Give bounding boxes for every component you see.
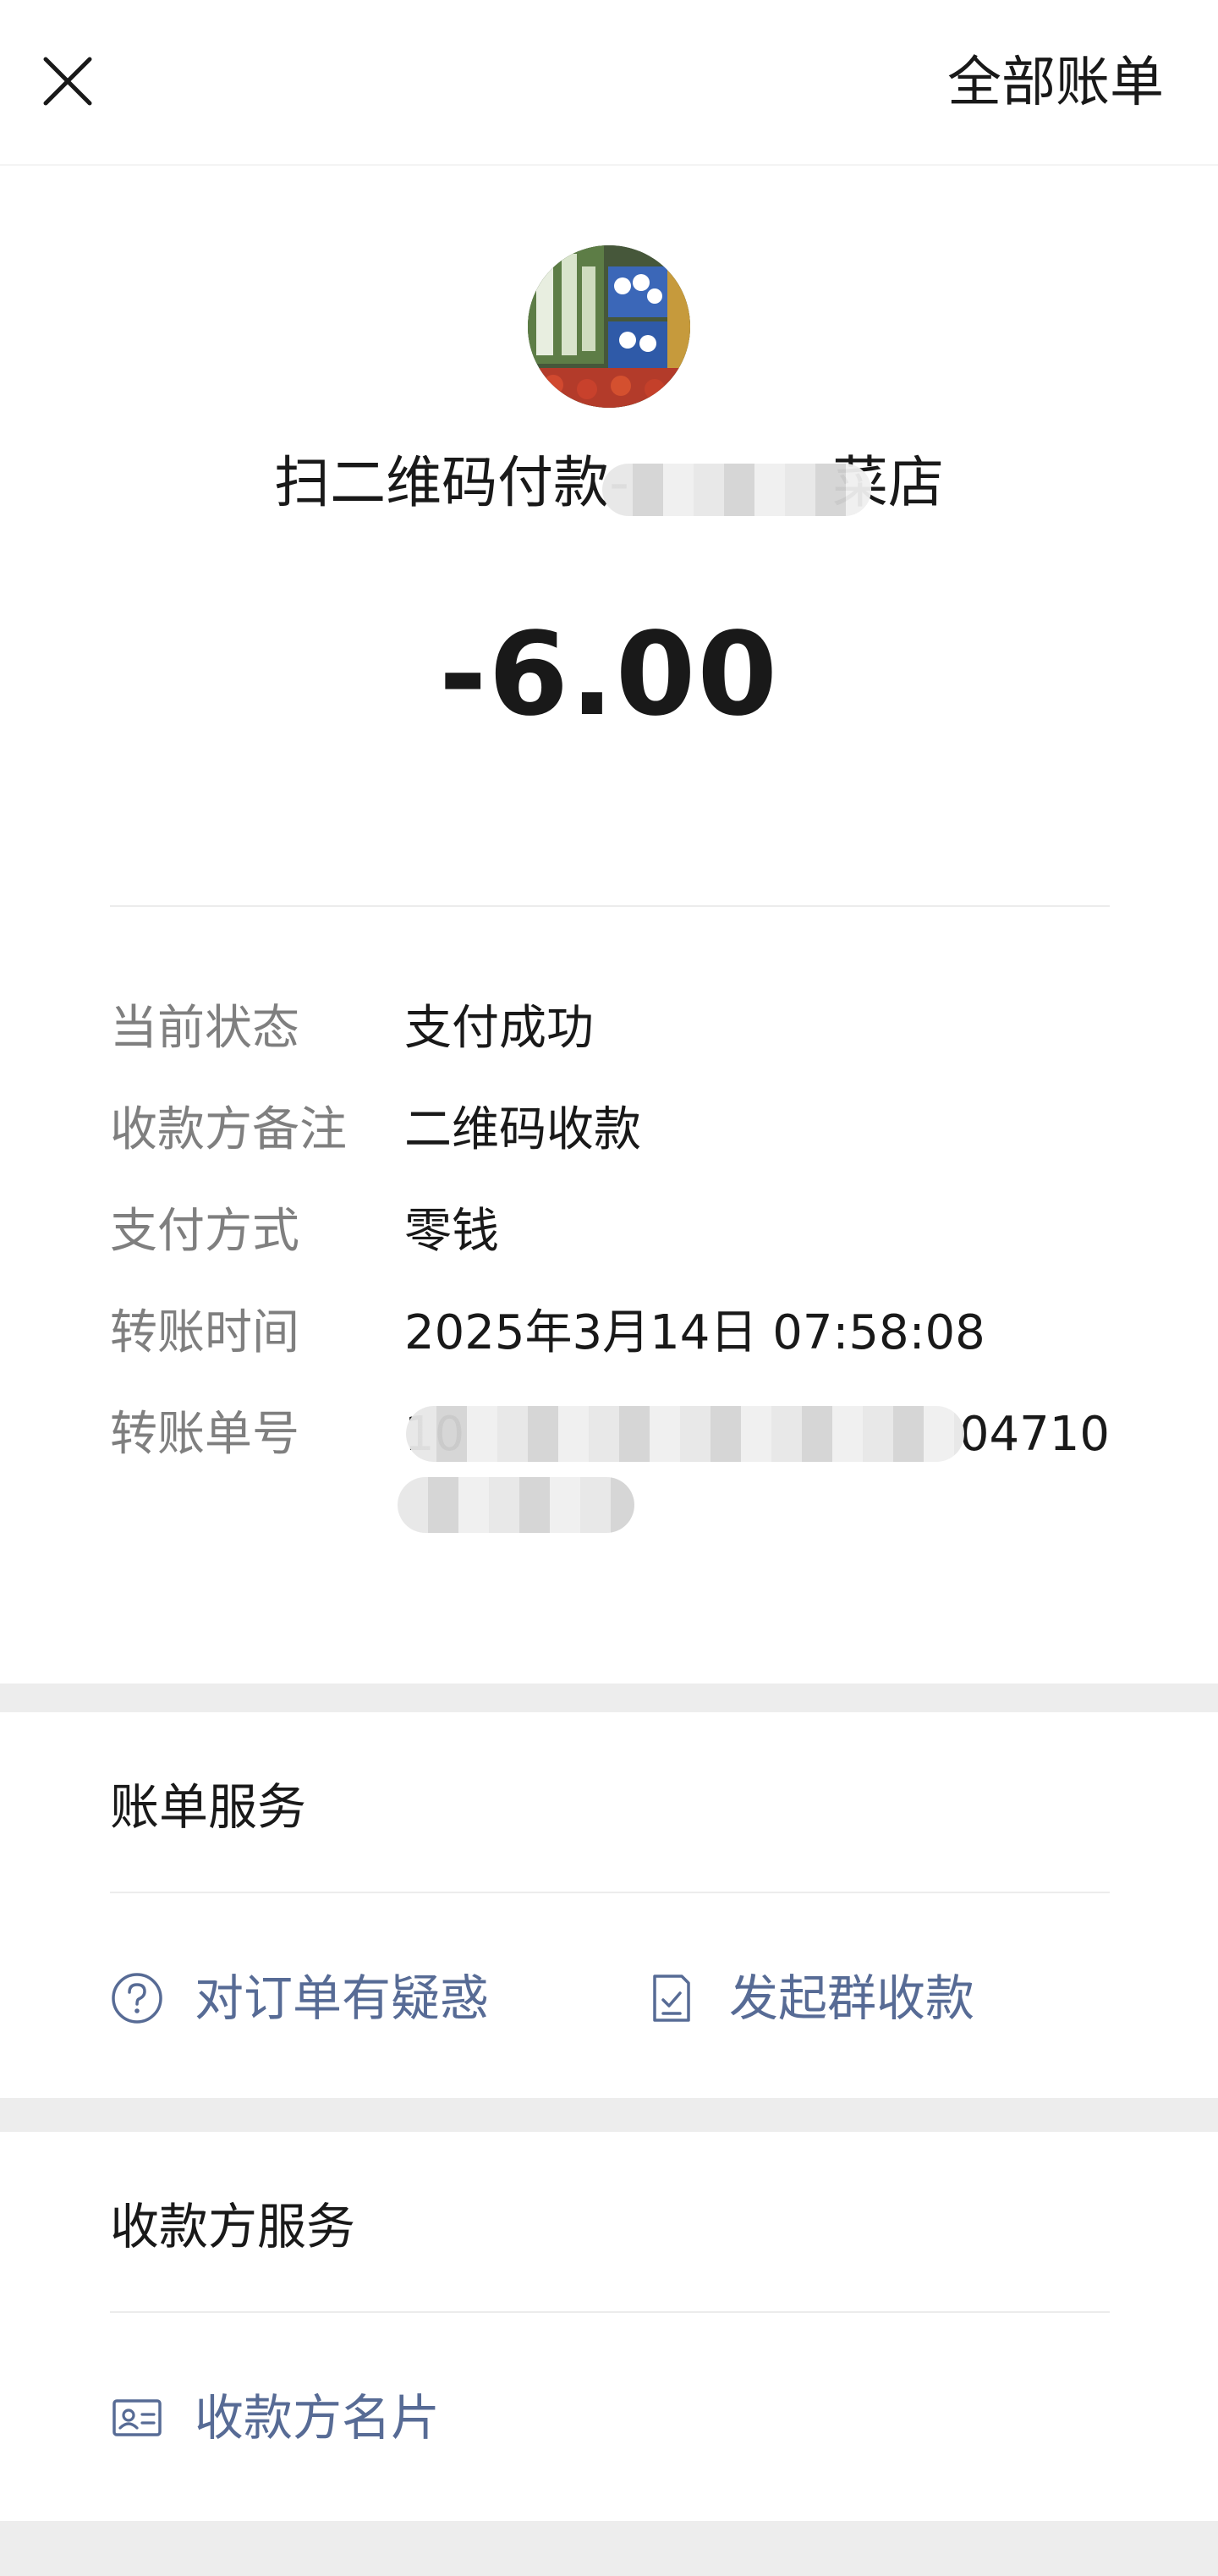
top-bar: 全部账单: [0, 0, 1218, 166]
group-collection-button[interactable]: 发起群收款: [645, 1964, 974, 2032]
transfer-number-end: 04710: [958, 1407, 1110, 1462]
detail-value: 支付成功: [404, 1001, 594, 1056]
question-circle-icon: [110, 1971, 164, 2025]
transfer-number-blur: [406, 1406, 964, 1462]
merchant-name-blur: [602, 464, 871, 516]
group-collection-label: 发起群收款: [729, 1969, 975, 2027]
payee-business-card-button[interactable]: 收款方名片: [110, 2384, 440, 2452]
detail-row-payment-method: 支付方式 零钱: [110, 1198, 1110, 1266]
bill-service-divider: [110, 1892, 1110, 1893]
payment-detail-card: 扫二维码付款- 菜店 -6.00 当前状态 支付成功 收款方备注 二维码收款 支付…: [0, 166, 1218, 1683]
merchant-avatar: [528, 245, 690, 408]
detail-label: 收款方备注: [110, 1102, 347, 1157]
payment-amount: -6.00: [439, 608, 779, 742]
detail-row-payee-note: 收款方备注 二维码收款: [110, 1096, 1110, 1164]
detail-label: 支付方式: [110, 1204, 299, 1259]
order-question-label: 对订单有疑惑: [195, 1969, 490, 2027]
detail-value: 零钱: [404, 1204, 499, 1259]
bill-detail-page: 全部账单 扫二维码付款- 菜店 -6.00 当前状态 支付成功 收款方备注 二维…: [0, 0, 1218, 2576]
payee-service-card: 收款方服务 收款方名片: [0, 2132, 1218, 2521]
detail-label: 当前状态: [110, 1001, 299, 1056]
payee-service-divider: [110, 2311, 1110, 2313]
bill-service-card: 账单服务 对订单有疑惑 发起群收款: [0, 1712, 1218, 2098]
detail-value: 2025年3月14日 07:58:08: [404, 1305, 985, 1360]
detail-row-transfer-time: 转账时间 2025年3月14日 07:58:08: [110, 1299, 1110, 1367]
amount-divider: [110, 905, 1110, 907]
checklist-icon: [645, 1971, 699, 2025]
detail-label: 转账单号: [110, 1407, 299, 1462]
order-question-button[interactable]: 对订单有疑惑: [110, 1964, 489, 2032]
payee-business-card-label: 收款方名片: [195, 2389, 441, 2447]
bill-service-title: 账单服务: [110, 1778, 307, 1836]
close-icon: [43, 57, 92, 106]
payee-service-title: 收款方服务: [110, 2198, 356, 2255]
detail-label: 转账时间: [110, 1305, 299, 1360]
close-button[interactable]: [34, 47, 102, 115]
merchant-avatar-vegetables-icon: [528, 245, 690, 408]
business-card-icon: [110, 2391, 164, 2445]
transfer-number-blur-line2: [398, 1477, 634, 1533]
all-bills-link[interactable]: 全部账单: [947, 49, 1164, 117]
detail-row-status: 当前状态 支付成功: [110, 995, 1110, 1063]
merchant-title-prefix: 扫二维码付款-: [274, 450, 629, 515]
detail-value: 二维码收款: [404, 1102, 641, 1157]
